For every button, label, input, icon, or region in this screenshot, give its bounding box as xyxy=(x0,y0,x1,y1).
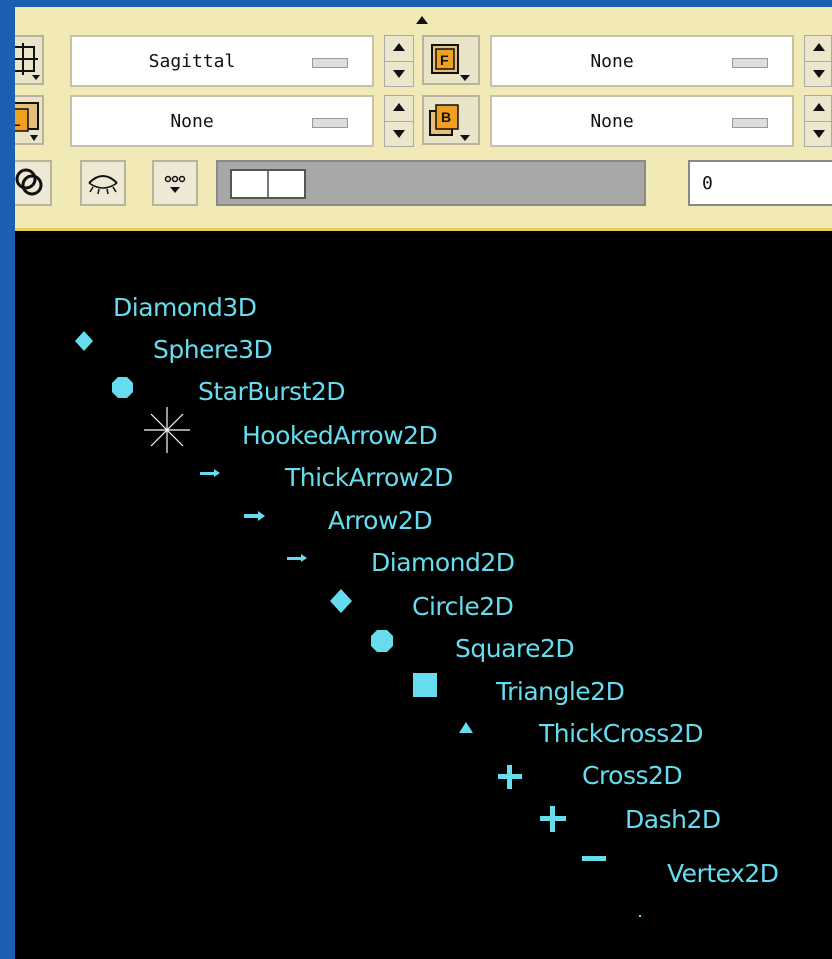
left-overlay-value: None xyxy=(170,111,214,132)
back-overlay-spinner[interactable] xyxy=(804,95,832,147)
spinner-down-icon[interactable] xyxy=(385,122,413,147)
thick-arrow-marker-icon xyxy=(244,511,265,521)
circle-marker-icon xyxy=(371,630,393,652)
cross-marker-icon xyxy=(540,806,566,832)
window-top-border xyxy=(0,0,832,7)
view-plane-value: Sagittal xyxy=(148,51,236,72)
collapse-toolbar-toggle[interactable] xyxy=(0,7,832,29)
front-layer-icon[interactable]: F xyxy=(422,35,480,85)
collapse-arrow-icon[interactable] xyxy=(416,16,428,24)
sphere-marker-icon xyxy=(112,377,133,398)
thick-cross-marker-icon xyxy=(498,765,522,789)
spinner-up-icon[interactable] xyxy=(385,96,413,122)
toolbar-row-2: L None B None xyxy=(0,95,832,153)
frame-number-input[interactable]: 0 xyxy=(688,160,832,206)
dash-marker-icon xyxy=(582,856,606,861)
dropdown-bar-icon xyxy=(732,118,768,128)
eye-closed-icon[interactable] xyxy=(80,160,126,206)
arrow-marker-icon xyxy=(287,554,307,562)
dropdown-bar-icon xyxy=(312,118,348,128)
starburst-marker-icon xyxy=(144,407,190,453)
window-left-border xyxy=(0,0,15,959)
front-overlay-select[interactable]: None xyxy=(490,35,794,87)
triangle-marker-icon xyxy=(459,722,473,733)
back-layer-icon[interactable]: B xyxy=(422,95,480,145)
frame-slider[interactable] xyxy=(216,160,646,206)
marker-layer xyxy=(75,331,641,917)
dropdown-bar-icon xyxy=(312,58,348,68)
square-marker-icon xyxy=(413,673,437,697)
spinner-down-icon[interactable] xyxy=(805,62,832,87)
slider-knob[interactable] xyxy=(230,169,306,199)
spinner-down-icon[interactable] xyxy=(805,122,832,147)
spinner-up-icon[interactable] xyxy=(805,36,832,62)
back-overlay-value: None xyxy=(590,111,634,132)
spinner-up-icon[interactable] xyxy=(385,36,413,62)
vertex-marker-icon xyxy=(639,915,641,917)
left-overlay-select[interactable]: None xyxy=(70,95,374,147)
frame-number-value: 0 xyxy=(702,173,713,194)
back-overlay-select[interactable]: None xyxy=(490,95,794,147)
left-overlay-spinner[interactable] xyxy=(384,95,414,147)
spinner-up-icon[interactable] xyxy=(805,96,832,122)
dropdown-bar-icon xyxy=(732,58,768,68)
view-plane-spinner[interactable] xyxy=(384,35,414,87)
toolbar-row-1: Sagittal F None xyxy=(0,35,832,93)
more-options-icon[interactable] xyxy=(152,160,198,206)
diamond2d-marker-icon xyxy=(330,589,352,613)
render-canvas[interactable]: Diamond3D Sphere3D StarBurst2D HookedArr… xyxy=(15,231,832,959)
spinner-down-icon[interactable] xyxy=(385,62,413,87)
back-badge: B xyxy=(441,109,451,125)
front-overlay-value: None xyxy=(590,51,634,72)
diamond-marker-icon xyxy=(75,331,93,351)
toolbar-row-3: 0 xyxy=(0,150,832,220)
front-overlay-spinner[interactable] xyxy=(804,35,832,87)
view-plane-select[interactable]: Sagittal xyxy=(70,35,374,87)
hooked-arrow-marker-icon xyxy=(200,469,220,477)
front-badge: F xyxy=(440,52,449,68)
